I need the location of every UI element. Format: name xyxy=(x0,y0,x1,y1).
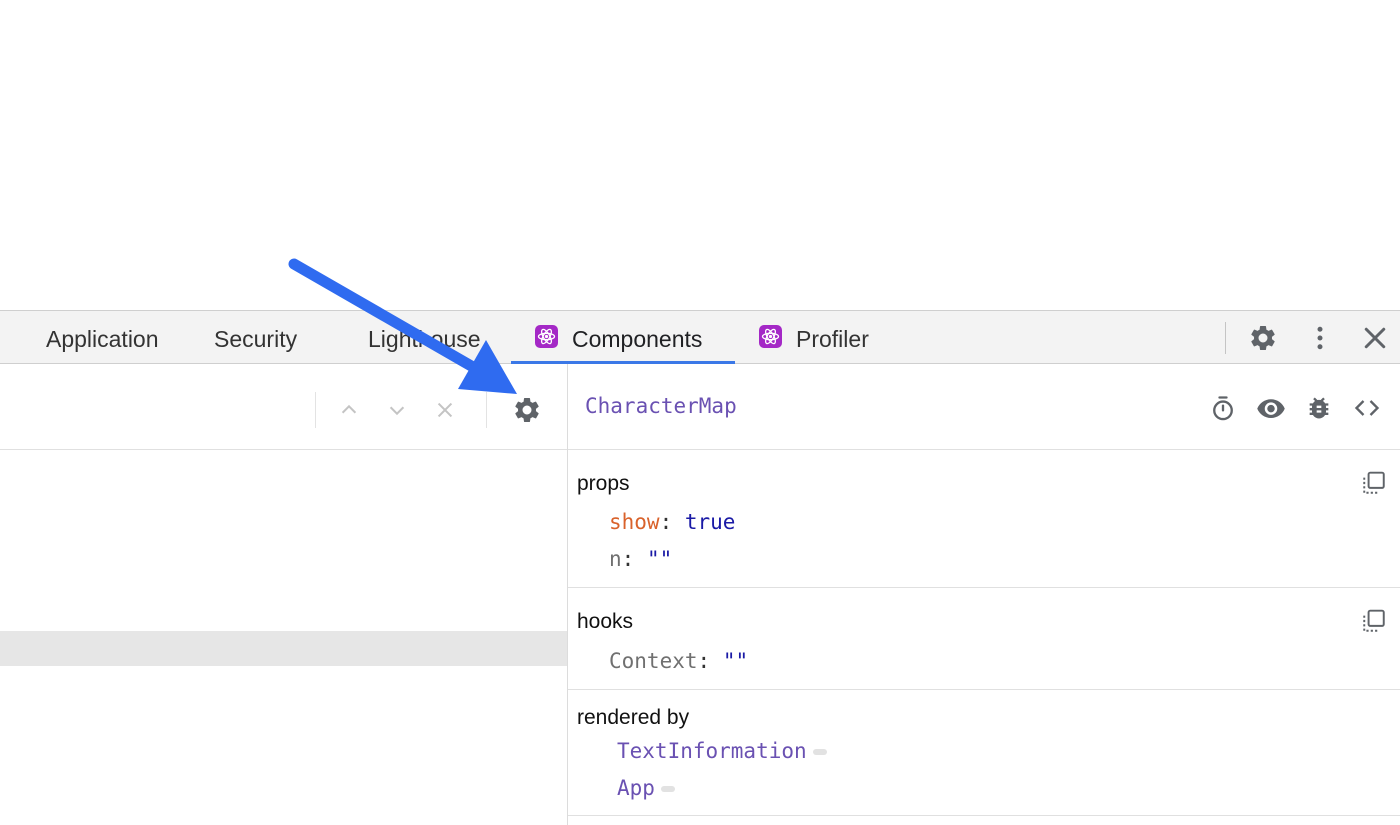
prop-value[interactable]: true xyxy=(685,510,736,534)
copy-icon[interactable] xyxy=(1361,608,1387,634)
tab-label: Lighthouse xyxy=(368,325,481,352)
section-title: props xyxy=(577,472,630,495)
hook-key: Context xyxy=(609,649,698,673)
tab-profiler[interactable]: Profiler xyxy=(759,311,869,364)
copy-icon[interactable] xyxy=(1361,470,1387,496)
close-icon xyxy=(437,402,453,418)
owner-link[interactable]: TextInformation xyxy=(617,739,827,763)
toolbar-divider xyxy=(486,392,487,428)
tab-label: Security xyxy=(214,325,298,352)
hook-value[interactable]: "" xyxy=(723,649,748,673)
key-badge xyxy=(812,749,827,755)
tab-security[interactable]: Security xyxy=(214,311,297,364)
previous-result-button[interactable] xyxy=(333,394,365,426)
tab-label: Application xyxy=(46,325,159,352)
gear-icon xyxy=(1251,325,1275,350)
prop-value[interactable]: "" xyxy=(647,547,672,571)
clear-search-button[interactable] xyxy=(429,394,461,426)
section-title: rendered by xyxy=(577,706,690,729)
page-viewport xyxy=(0,0,1400,310)
close-icon xyxy=(1364,327,1386,349)
prop-key: show xyxy=(609,510,660,534)
chevron-down-icon xyxy=(389,406,405,416)
settings-button[interactable] xyxy=(1248,323,1278,353)
bug-icon xyxy=(1309,397,1329,419)
view-source-button[interactable] xyxy=(1352,393,1382,423)
react-icon xyxy=(535,325,558,349)
next-result-button[interactable] xyxy=(381,394,413,426)
devtools-tabbar: Application Security Lighthouse Componen… xyxy=(0,310,1400,364)
inspect-dom-button[interactable] xyxy=(1256,393,1286,423)
rendered-by-section: rendered by TextInformation App xyxy=(568,690,1400,816)
tab-lighthouse[interactable]: Lighthouse xyxy=(368,311,481,364)
owner-name[interactable]: App xyxy=(617,776,655,800)
close-devtools-button[interactable] xyxy=(1360,323,1390,353)
component-name: CharacterMap xyxy=(585,394,737,418)
component-tree-panel xyxy=(0,364,568,825)
prop-row[interactable]: show: true xyxy=(609,510,735,534)
component-tree-toolbar xyxy=(0,364,568,450)
hook-row[interactable]: Context: "" xyxy=(609,649,748,673)
component-settings-button[interactable] xyxy=(511,394,543,426)
section-title: hooks xyxy=(577,610,634,633)
code-icon xyxy=(1354,400,1380,416)
inspected-element-header: CharacterMap xyxy=(568,364,1400,450)
more-options-button[interactable] xyxy=(1305,323,1335,353)
eye-icon xyxy=(1257,399,1285,418)
toolbar-divider xyxy=(315,392,316,428)
tab-components[interactable]: Components xyxy=(511,311,735,364)
owner-name[interactable]: TextInformation xyxy=(617,739,807,763)
tabbar-divider xyxy=(1225,322,1226,354)
gear-icon xyxy=(515,397,539,422)
key-badge xyxy=(660,786,675,792)
tab-label: Components xyxy=(572,325,703,352)
log-to-console-button[interactable] xyxy=(1304,393,1334,423)
props-section: props show: true n: "" xyxy=(568,450,1400,588)
prop-row[interactable]: n: "" xyxy=(609,547,672,571)
prop-key: n xyxy=(609,547,622,571)
react-icon xyxy=(759,325,782,349)
chevron-up-icon xyxy=(341,404,357,414)
owner-link[interactable]: App xyxy=(617,776,675,800)
suspend-button[interactable] xyxy=(1208,393,1238,423)
tab-label: Profiler xyxy=(796,325,869,352)
tab-application[interactable]: Application xyxy=(46,311,159,364)
more-vertical-icon xyxy=(1317,326,1323,350)
selected-tree-row[interactable] xyxy=(0,631,567,666)
stopwatch-icon xyxy=(1213,396,1233,421)
hooks-section: hooks Context: "" xyxy=(568,588,1400,690)
inspected-element-panel: CharacterMap props show: true n: "" hook… xyxy=(568,364,1400,825)
